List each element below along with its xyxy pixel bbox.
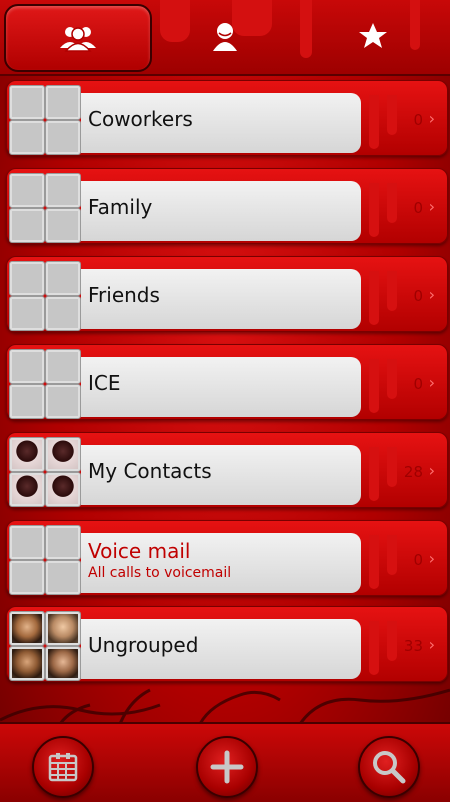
search-button[interactable]: [358, 736, 420, 798]
calendar-grid-icon: [48, 753, 78, 782]
group-thumbnail: [7, 523, 81, 595]
chevron-right-icon: ›: [428, 285, 435, 304]
blood-drip-decoration: [387, 621, 397, 661]
group-count: 33: [403, 637, 423, 655]
contact-photo: [9, 611, 45, 646]
blood-drip-decoration: [369, 447, 379, 501]
contact-avatar: [45, 472, 81, 507]
contact-avatar: [9, 472, 45, 507]
blood-drip-decoration: [387, 183, 397, 223]
group-name: Family: [88, 195, 153, 219]
contact-avatar: [45, 437, 81, 472]
blood-drip-decoration: [387, 359, 397, 399]
group-count: 0: [413, 375, 423, 393]
group-row-ungrouped[interactable]: Ungrouped 33 ›: [6, 606, 448, 682]
group-count: 0: [413, 287, 423, 305]
group-name: ICE: [88, 371, 121, 395]
group-count: 0: [413, 111, 423, 129]
blood-drip-decoration: [369, 359, 379, 413]
group-name: My Contacts: [88, 459, 212, 483]
calendar-button[interactable]: [32, 736, 94, 798]
chevron-right-icon: ›: [428, 461, 435, 480]
group-count: 28: [403, 463, 423, 481]
group-row-coworkers[interactable]: Coworkers 0 ›: [6, 80, 448, 156]
tab-bar: [0, 0, 450, 76]
tab-contacts[interactable]: [160, 4, 290, 68]
add-button[interactable]: [196, 736, 258, 798]
chevron-right-icon: ›: [428, 109, 435, 128]
contact-photo: [9, 646, 45, 681]
blood-drip-decoration: [369, 183, 379, 237]
chevron-right-icon: ›: [428, 635, 435, 654]
bottom-bar: [0, 722, 450, 802]
blood-drip-decoration: [387, 535, 397, 575]
favorites-star-icon: [359, 23, 387, 48]
chevron-right-icon: ›: [428, 373, 435, 392]
blood-drip-decoration: [369, 95, 379, 149]
group-subtitle: All calls to voicemail: [88, 565, 232, 581]
blood-drip-decoration: [387, 95, 397, 135]
group-count: 0: [413, 199, 423, 217]
blood-drip-decoration: [387, 447, 397, 487]
tab-favorites[interactable]: [300, 4, 446, 68]
group-row-my-contacts[interactable]: My Contacts 28 ›: [6, 432, 448, 508]
blood-drip-decoration: [369, 271, 379, 325]
group-thumbnail: [7, 83, 81, 155]
group-row-friends[interactable]: Friends 0 ›: [6, 256, 448, 332]
group-count: 0: [413, 551, 423, 569]
group-name: Ungrouped: [88, 633, 199, 657]
group-name: Voice mail: [88, 539, 191, 563]
group-name: Friends: [88, 283, 160, 307]
contact-photo: [45, 646, 81, 681]
groups-icon: [60, 27, 96, 52]
branches-decoration: [0, 688, 450, 724]
group-row-ice[interactable]: ICE 0 ›: [6, 344, 448, 420]
tab-groups[interactable]: [4, 4, 152, 72]
blood-drip-decoration: [387, 271, 397, 311]
group-row-voice-mail[interactable]: Voice mail All calls to voicemail 0 ›: [6, 520, 448, 596]
group-thumbnail: [7, 171, 81, 243]
group-name: Coworkers: [88, 107, 193, 131]
group-thumbnail: [7, 347, 81, 419]
contact-icon: [213, 23, 237, 51]
chevron-right-icon: ›: [428, 549, 435, 568]
search-icon: [373, 751, 406, 784]
contact-avatar: [9, 437, 45, 472]
contact-photo: [45, 611, 81, 646]
blood-drip-decoration: [369, 621, 379, 675]
blood-drip-decoration: [369, 535, 379, 589]
row-card: [81, 357, 361, 417]
group-thumbnail: [7, 609, 81, 681]
group-thumbnail: [7, 259, 81, 331]
chevron-right-icon: ›: [428, 197, 435, 216]
add-icon: [210, 750, 244, 784]
group-thumbnail: [7, 435, 81, 507]
group-row-family[interactable]: Family 0 ›: [6, 168, 448, 244]
